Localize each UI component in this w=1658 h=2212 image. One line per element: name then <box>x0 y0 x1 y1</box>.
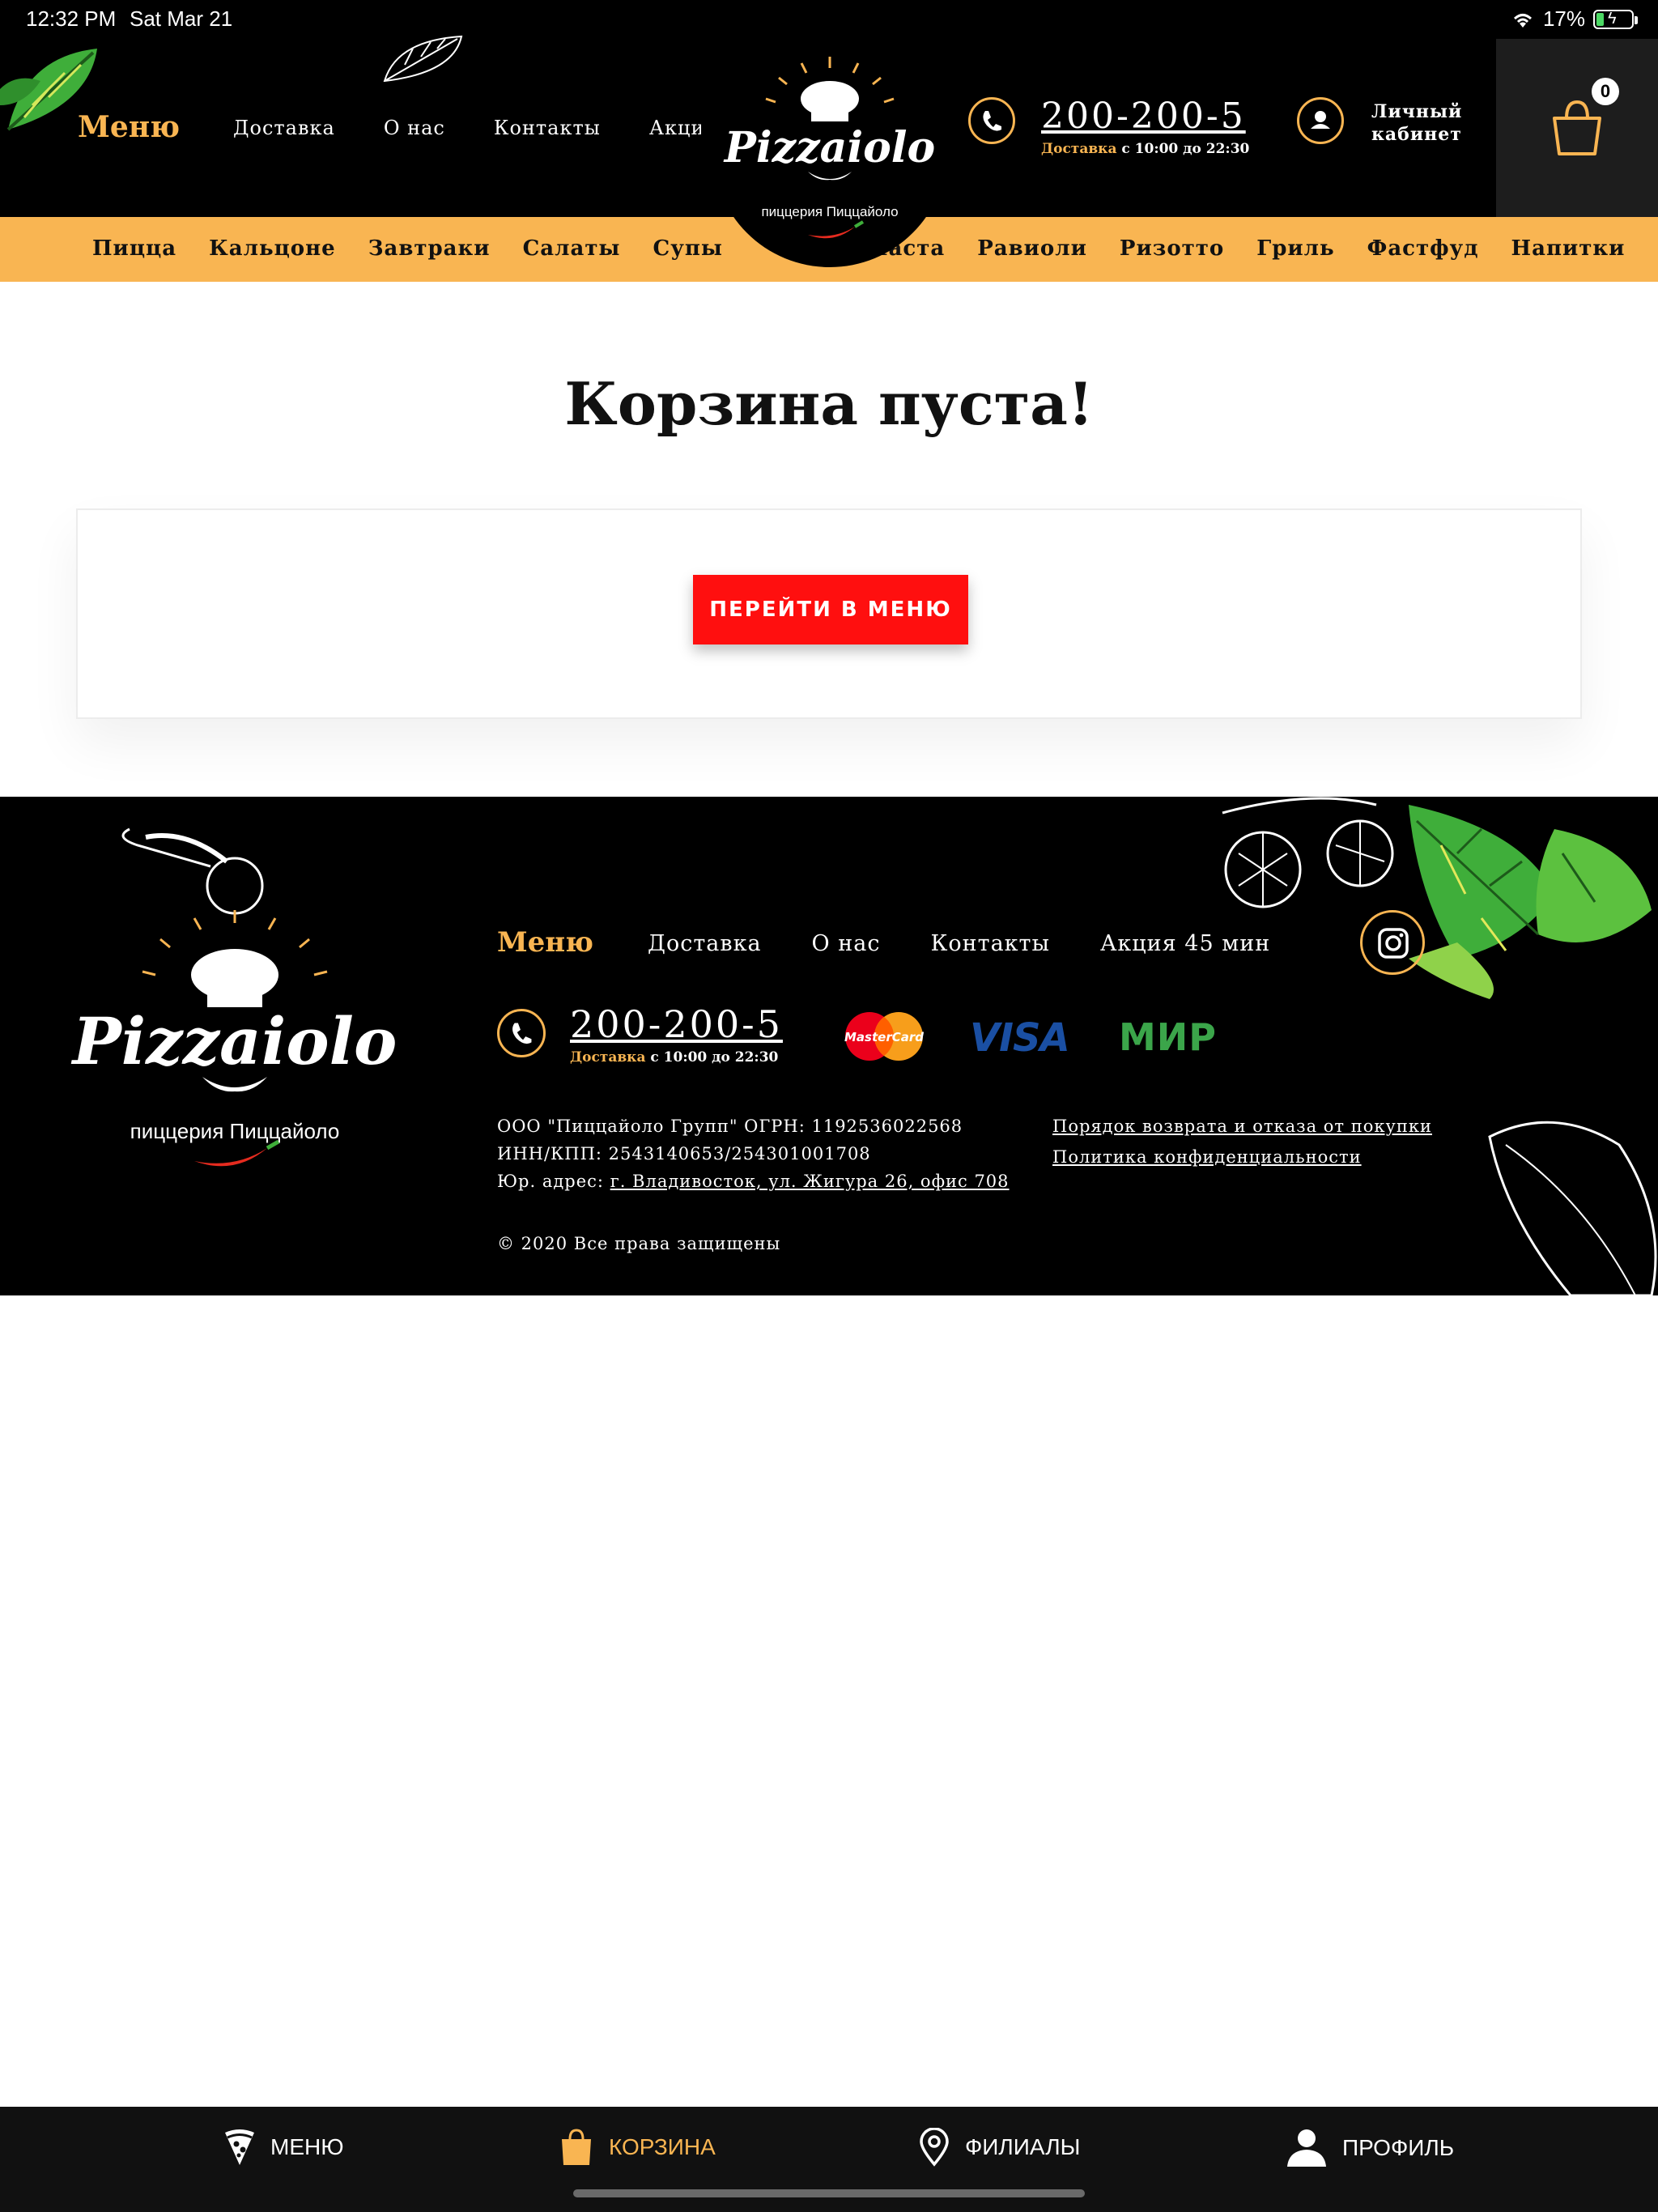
category-breakfast[interactable]: Завтраки <box>368 236 491 261</box>
svg-text:Pizzaiolo: Pizzaiolo <box>71 1003 397 1079</box>
pizza-slice-icon <box>225 2129 254 2165</box>
nav-contacts[interactable]: Контакты <box>494 117 601 139</box>
tab-menu[interactable]: МЕНЮ <box>223 2128 344 2167</box>
category-grill[interactable]: Гриль <box>1256 236 1334 261</box>
category-ravioli[interactable]: Равиоли <box>977 236 1087 261</box>
legal-inn: ИНН/КПП: 2543140653/254301001708 <box>497 1144 871 1163</box>
category-risotto[interactable]: Ризотто <box>1120 236 1224 261</box>
footer-nav: Доставка О нас Контакты Акция 45 мин <box>648 931 1270 956</box>
empty-cart-card: ПЕРЕЙТИ В МЕНЮ <box>76 508 1582 719</box>
go-to-menu-button[interactable]: ПЕРЕЙТИ В МЕНЮ <box>693 575 968 644</box>
categories-left: Пицца Кальцоне Завтраки Салаты Супы <box>92 236 723 261</box>
tab-branches[interactable]: ФИЛИАЛЫ <box>918 2128 1080 2167</box>
return-policy-link[interactable]: Порядок возврата и отказа от покупки <box>1052 1111 1432 1142</box>
tab-cart-label: КОРЗИНА <box>609 2134 716 2159</box>
category-calzone[interactable]: Кальцоне <box>209 236 336 261</box>
nav-promo[interactable]: Акция <box>649 117 701 139</box>
svg-text:пиццерия Пиццайоло: пиццерия Пиццайоло <box>761 204 898 219</box>
shopping-bag-icon <box>1553 100 1601 155</box>
category-salads[interactable]: Салаты <box>523 236 621 261</box>
nav-about[interactable]: О нас <box>384 117 445 139</box>
footer-phone-number[interactable]: 200-200-5 <box>570 1002 783 1046</box>
battery-percent: 17% <box>1542 6 1585 31</box>
cart-count-badge: 0 <box>1592 78 1619 105</box>
phone-icon <box>968 97 1015 144</box>
footer-nav-contacts[interactable]: Контакты <box>930 931 1049 956</box>
policy-links: Порядок возврата и отказа от покупки Пол… <box>1052 1111 1432 1172</box>
leaf-sketch-icon <box>383 35 463 83</box>
footer-nav-delivery[interactable]: Доставка <box>648 931 762 956</box>
category-drinks[interactable]: Напитки <box>1511 236 1626 261</box>
tab-profile-label: ПРОФИЛЬ <box>1342 2135 1455 2160</box>
wifi-icon <box>1513 13 1532 28</box>
status-right: 17% ϟ <box>1511 6 1638 32</box>
category-fastfood[interactable]: Фастфуд <box>1367 236 1479 261</box>
category-pizza[interactable]: Пицца <box>92 236 176 261</box>
legal-address: Юр. адрес: г. Владивосток, ул. Жигура 26… <box>497 1172 1010 1191</box>
footer-phone-icon <box>497 1009 546 1057</box>
site-logo[interactable]: Pizzaiolo пиццерия Пиццайоло <box>712 32 947 267</box>
map-pin-icon <box>920 2128 949 2167</box>
visa-logo: VISA <box>970 1015 1070 1061</box>
bottom-tab-bar: МЕНЮ КОРЗИНА ФИЛИАЛЫ ПРОФИЛЬ <box>0 2107 1658 2212</box>
battery-icon: ϟ <box>1593 9 1638 29</box>
legal-company: ООО "Пиццайоло Групп" ОГРН: 119253602256… <box>497 1117 963 1136</box>
instagram-icon <box>1378 928 1409 959</box>
shopping-bag-icon <box>562 2129 591 2165</box>
pizzaiolo-logo-icon: Pizzaiolo пиццерия Пиццайоло <box>723 57 935 239</box>
copyright: © 2020 Все права защищены <box>497 1234 781 1253</box>
tab-branches-label: ФИЛИАЛЫ <box>965 2134 1081 2159</box>
header-nav: Доставка О нас Контакты Акция <box>233 117 701 139</box>
account-label: Личный кабинет <box>1371 101 1463 145</box>
home-indicator[interactable] <box>573 2189 1085 2197</box>
tab-profile[interactable]: ПРОФИЛЬ <box>1286 2128 1454 2168</box>
categories-right: Паста Равиоли Ризотто Гриль Фастфуд Напи… <box>868 236 1625 261</box>
mastercard-icon: MasterCard <box>844 1012 924 1061</box>
vegetables-decoration-icon <box>1222 797 1657 1295</box>
user-icon <box>1297 97 1344 144</box>
svg-text:пиццерия Пиццайоло: пиццерия Пиццайоло <box>130 1119 340 1143</box>
footer-nav-promo[interactable]: Акция 45 мин <box>1100 931 1270 956</box>
svg-text:Pizzaiolo: Pizzaiolo <box>723 123 935 172</box>
footer-menu-link[interactable]: Меню <box>497 926 593 959</box>
header-menu-link[interactable]: Меню <box>78 110 180 144</box>
footer-logo-icon: Pizzaiolo пиццерия Пиццайоло <box>71 827 397 1167</box>
address-link[interactable]: г. Владивосток, ул. Жигура 26, офис 708 <box>610 1172 1010 1191</box>
legal-info: ООО "Пиццайоло Групп" ОГРН: 119253602256… <box>497 1112 1010 1195</box>
page-title: Корзина пуста! <box>564 369 1094 438</box>
nav-delivery[interactable]: Доставка <box>233 117 335 139</box>
user-icon <box>1287 2129 1326 2167</box>
phone-number[interactable]: 200-200-5 <box>1041 96 1246 137</box>
instagram-button[interactable] <box>1360 910 1425 975</box>
svg-text:MasterCard: MasterCard <box>844 1030 924 1044</box>
site-footer: Pizzaiolo пиццерия Пиццайоло Меню Достав… <box>0 797 1658 1295</box>
status-date: Sat Mar 21 <box>130 6 233 31</box>
status-time: 12:32 PM <box>26 6 117 31</box>
header-cart-button[interactable] <box>1496 39 1658 217</box>
footer-delivery-hours: Доставка с 10:00 до 22:30 <box>570 1049 779 1066</box>
tab-menu-label: МЕНЮ <box>270 2134 344 2159</box>
footer-nav-about[interactable]: О нас <box>812 931 881 956</box>
mir-logo: МИР <box>1119 1015 1217 1059</box>
delivery-hours: Доставка с 10:00 до 22:30 <box>1041 141 1250 157</box>
privacy-policy-link[interactable]: Политика конфиденциальности <box>1052 1142 1432 1172</box>
tab-cart[interactable]: КОРЗИНА <box>559 2128 716 2167</box>
